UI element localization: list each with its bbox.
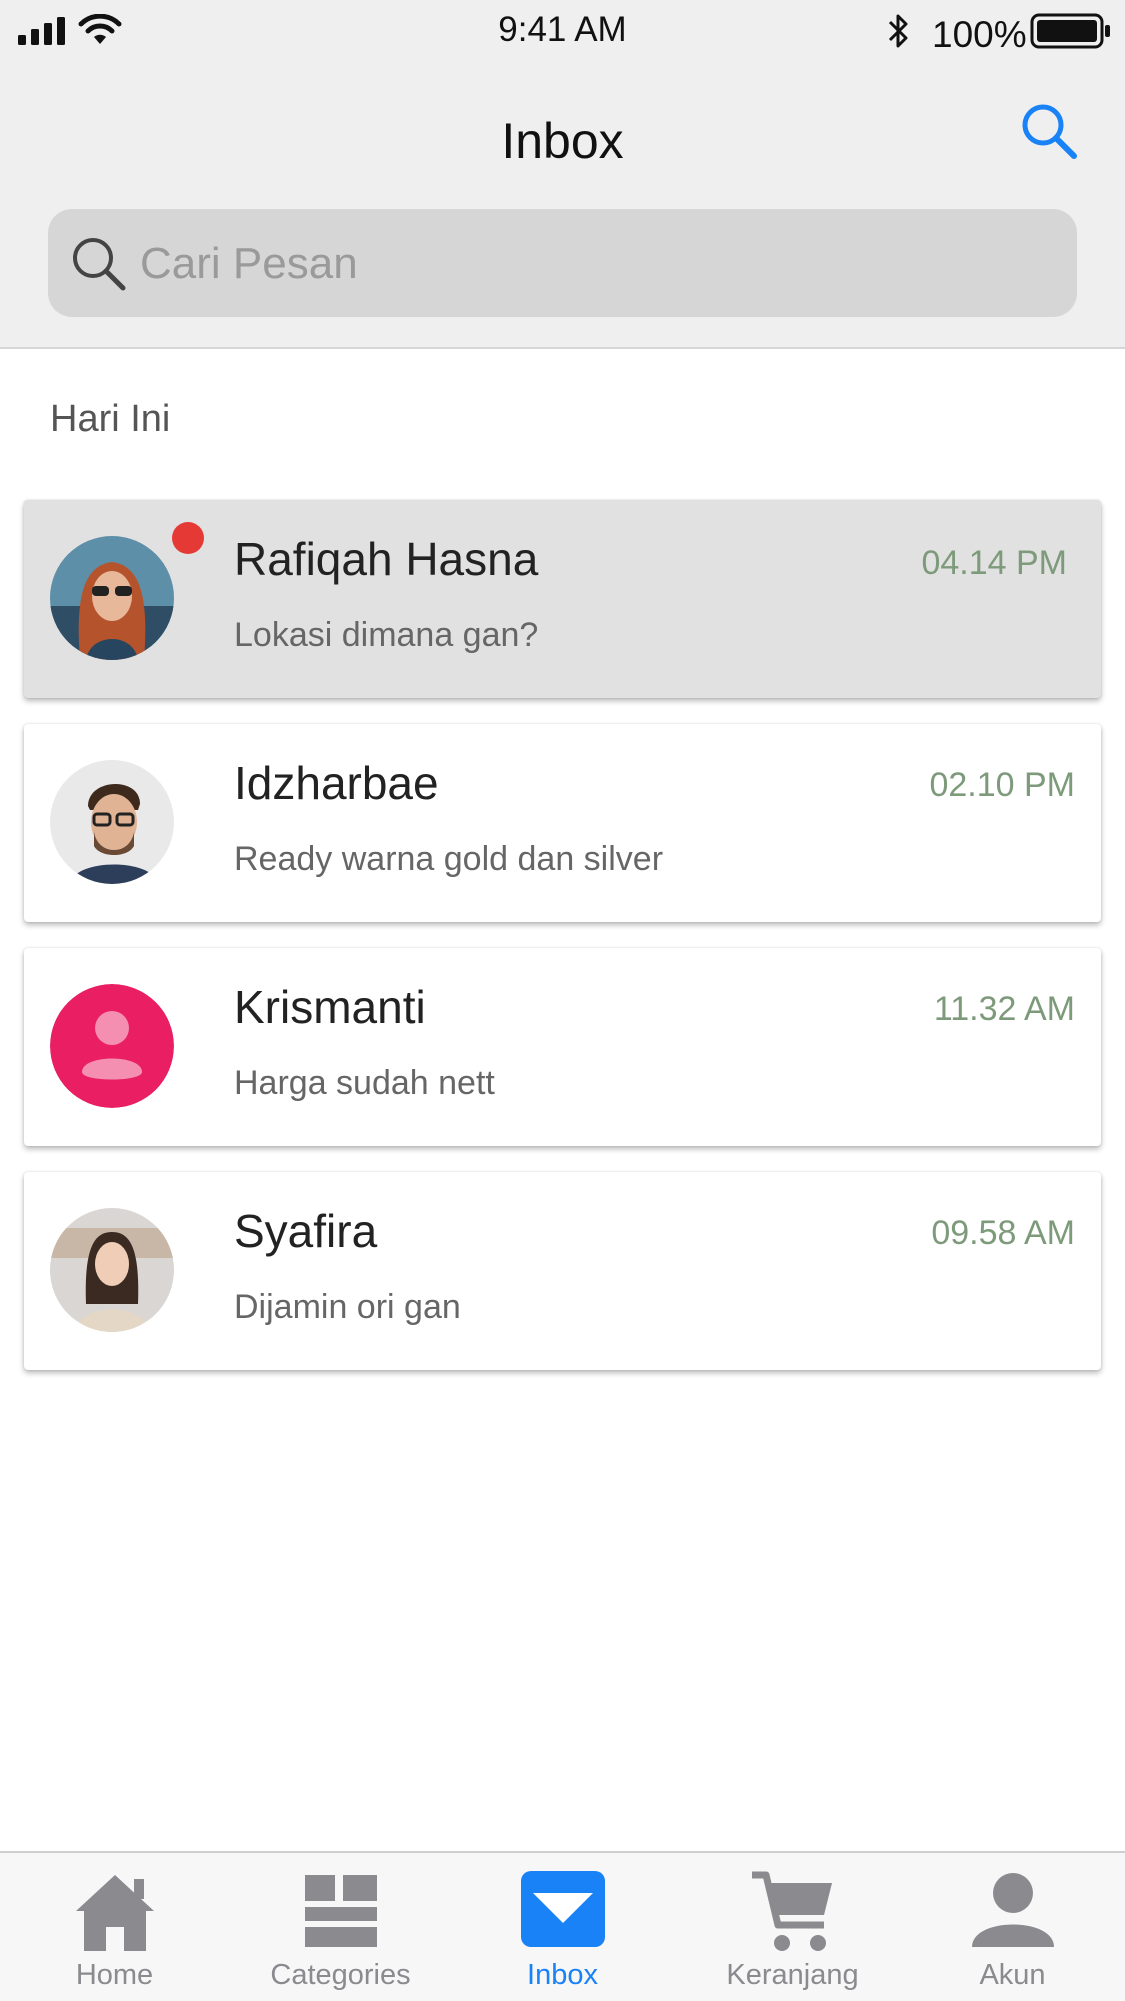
unread-indicator (172, 522, 204, 554)
message-time: 04.14 PM (921, 544, 1067, 582)
message-preview: Lokasi dimana gan? (234, 616, 539, 654)
tab-label: Home (75, 1959, 154, 1991)
search-bar[interactable] (48, 209, 1077, 317)
tab-akun[interactable]: Akun (900, 1853, 1125, 2001)
tab-inbox[interactable]: Inbox (450, 1853, 675, 2001)
message-preview: Harga sudah nett (234, 1064, 495, 1102)
avatar-placeholder (50, 984, 174, 1108)
conversation-item[interactable]: Syafira Dijamin ori gan 09.58 AM (24, 1172, 1101, 1370)
mail-icon (520, 1871, 605, 1947)
section-label: Hari Ini (50, 398, 171, 440)
status-bar: 9:41 AM 100% (0, 0, 1125, 64)
battery-icon (1030, 13, 1110, 49)
tab-categories[interactable]: Categories (228, 1853, 453, 2001)
conversation-item[interactable]: Krismanti Harga sudah nett 11.32 AM (24, 948, 1101, 1146)
message-preview: Dijamin ori gan (234, 1288, 461, 1326)
person-icon (50, 984, 174, 1108)
tab-label: Categories (270, 1959, 411, 1991)
search-icon[interactable] (1018, 100, 1080, 162)
message-time: 09.58 AM (931, 1214, 1075, 1252)
conversation-item[interactable]: Idzharbae Ready warna gold dan silver 02… (24, 724, 1101, 922)
sender-name: Syafira (234, 1205, 378, 1257)
tab-bar: Home Categories Inbox Keranjang Akun (0, 1851, 1125, 2001)
conversation-item[interactable]: Rafiqah Hasna Lokasi dimana gan? 04.14 P… (24, 500, 1101, 698)
search-input[interactable] (138, 231, 1042, 297)
battery-percentage: 100% (932, 14, 1027, 55)
bluetooth-icon (888, 14, 908, 48)
sender-name: Krismanti (234, 981, 426, 1033)
sender-name: Rafiqah Hasna (234, 533, 539, 585)
message-preview: Ready warna gold dan silver (234, 840, 664, 878)
message-time: 02.10 PM (929, 766, 1075, 804)
inbox-screen: 9:41 AM 100% Inbox Hari Ini (0, 0, 1125, 2001)
header-area: 9:41 AM 100% Inbox (0, 0, 1125, 349)
tab-keranjang[interactable]: Keranjang (680, 1853, 905, 2001)
categories-icon (304, 1875, 377, 1947)
cart-icon (751, 1871, 832, 1951)
sender-name: Idzharbae (234, 757, 439, 809)
tab-home[interactable]: Home (2, 1853, 227, 2001)
person-icon (971, 1873, 1054, 1947)
tab-label: Keranjang (726, 1959, 859, 1991)
home-icon (75, 1875, 154, 1951)
tab-label: Inbox (527, 1959, 598, 1991)
page-title: Inbox (501, 113, 624, 169)
avatar (50, 1208, 174, 1332)
message-time: 11.32 AM (933, 990, 1075, 1028)
search-icon (73, 238, 126, 291)
avatar (50, 536, 174, 660)
avatar (50, 760, 174, 884)
tab-label: Akun (979, 1959, 1046, 1991)
